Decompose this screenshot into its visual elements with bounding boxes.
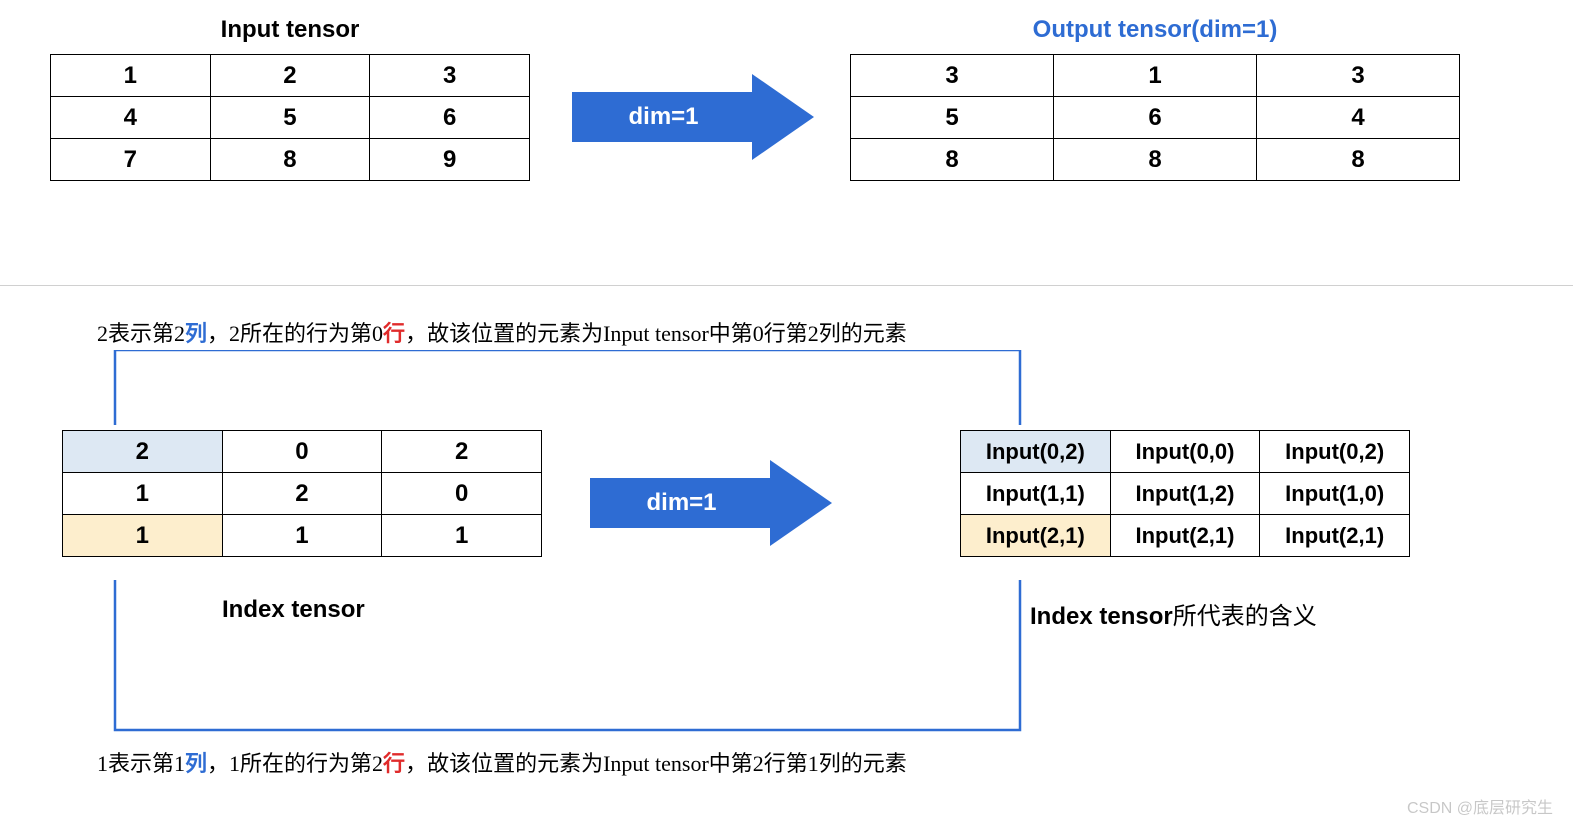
meaning-label-b: 所代表的含义 <box>1173 604 1317 630</box>
txt: ，故该位置的元素为Input tensor中第0行第2列的元素 <box>405 321 907 346</box>
txt: 1表示第1 <box>97 751 185 776</box>
meaning-cell: Input(1,0) <box>1260 473 1410 515</box>
input-cell: 8 <box>210 139 370 181</box>
dim-arrow-bottom: dim=1 <box>590 458 835 548</box>
output-tensor-table: 3 1 3 5 6 4 8 8 8 <box>850 54 1460 181</box>
arrow-head-icon <box>752 74 814 160</box>
input-tensor-table: 1 2 3 4 5 6 7 8 9 <box>50 54 530 181</box>
meaning-cell: Input(0,2) <box>961 431 1111 473</box>
meaning-cell: Input(1,2) <box>1110 473 1260 515</box>
arrow-head-icon <box>770 460 832 546</box>
index-tensor-label: Index tensor <box>222 596 365 624</box>
meaning-cell: Input(0,2) <box>1260 431 1410 473</box>
explanation-bottom: 1表示第1列，1所在的行为第2行，故该位置的元素为Input tensor中第2… <box>97 746 907 778</box>
input-cell: 4 <box>51 97 211 139</box>
output-cell: 1 <box>1054 55 1257 97</box>
input-cell: 6 <box>370 97 530 139</box>
index-cell: 1 <box>63 515 223 557</box>
dim-arrow-top: dim=1 <box>572 72 817 162</box>
arrow-label: dim=1 <box>590 478 773 528</box>
index-cell: 1 <box>222 515 382 557</box>
section-divider <box>0 285 1573 286</box>
arrow-label: dim=1 <box>572 92 755 142</box>
output-cell: 5 <box>851 97 1054 139</box>
output-cell: 8 <box>1257 139 1460 181</box>
emph-row: 行 <box>383 321 405 346</box>
output-tensor-title: Output tensor(dim=1) <box>850 16 1460 44</box>
output-cell: 6 <box>1054 97 1257 139</box>
input-cell: 2 <box>210 55 370 97</box>
input-tensor-title: Input tensor <box>50 16 530 44</box>
output-cell: 8 <box>1054 139 1257 181</box>
input-cell: 7 <box>51 139 211 181</box>
emph-col: 列 <box>185 751 207 776</box>
meaning-label-a: Index tensor <box>1030 603 1173 630</box>
index-cell: 1 <box>63 473 223 515</box>
txt: ，1所在的行为第2 <box>207 751 383 776</box>
output-cell: 3 <box>1257 55 1460 97</box>
txt: ，故该位置的元素为Input tensor中第2行第1列的元素 <box>405 751 907 776</box>
index-cell: 0 <box>382 473 542 515</box>
index-cell: 2 <box>382 431 542 473</box>
index-cell: 2 <box>63 431 223 473</box>
input-cell: 9 <box>370 139 530 181</box>
output-cell: 8 <box>851 139 1054 181</box>
index-cell: 2 <box>222 473 382 515</box>
index-tensor-table: 2 0 2 1 2 0 1 1 1 <box>62 430 542 557</box>
meaning-cell: Input(1,1) <box>961 473 1111 515</box>
output-cell: 4 <box>1257 97 1460 139</box>
index-cell: 0 <box>222 431 382 473</box>
meaning-label: Index tensor所代表的含义 <box>1030 596 1317 631</box>
meaning-cell: Input(2,1) <box>1110 515 1260 557</box>
meaning-cell: Input(0,0) <box>1110 431 1260 473</box>
input-cell: 1 <box>51 55 211 97</box>
output-cell: 3 <box>851 55 1054 97</box>
emph-col: 列 <box>185 321 207 346</box>
txt: ，2所在的行为第0 <box>207 321 383 346</box>
emph-row: 行 <box>383 751 405 776</box>
index-cell: 1 <box>382 515 542 557</box>
meaning-cell: Input(2,1) <box>961 515 1111 557</box>
meaning-table: Input(0,2) Input(0,0) Input(0,2) Input(1… <box>960 430 1410 557</box>
meaning-cell: Input(2,1) <box>1260 515 1410 557</box>
input-cell: 3 <box>370 55 530 97</box>
watermark: CSDN @底层研究生 <box>1407 794 1553 818</box>
input-cell: 5 <box>210 97 370 139</box>
explanation-top: 2表示第2列，2所在的行为第0行，故该位置的元素为Input tensor中第0… <box>97 316 907 348</box>
txt: 2表示第2 <box>97 321 185 346</box>
